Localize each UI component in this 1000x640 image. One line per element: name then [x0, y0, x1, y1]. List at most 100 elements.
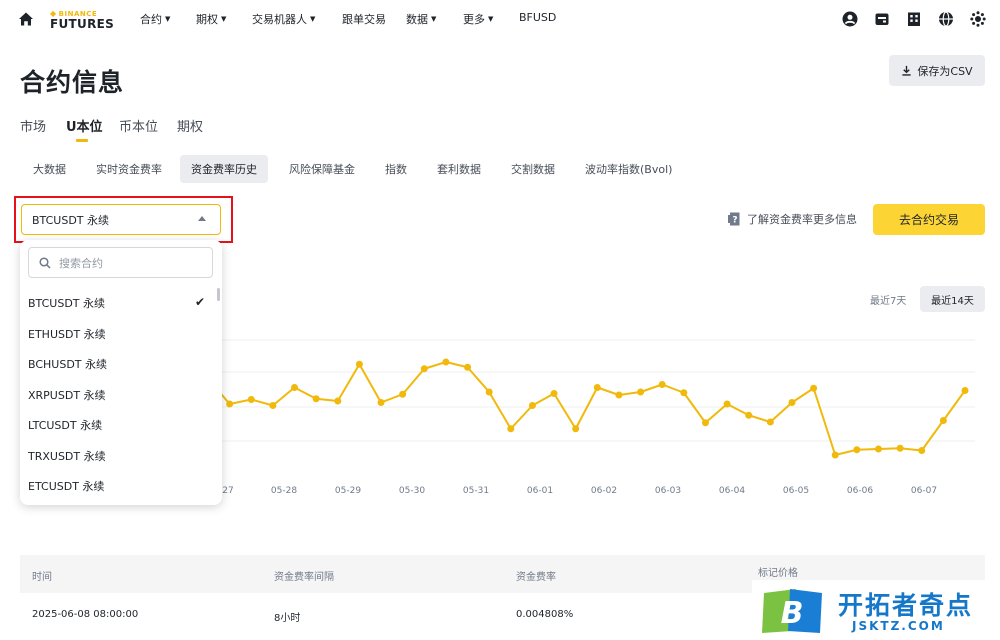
settings-icon[interactable] [970, 11, 986, 27]
column-header-time: 时间 [32, 572, 52, 583]
x-axis-ticks: 27 05-28 05-29 05-30 05-31 06-01 06-02 06-03 06-… [222, 486, 937, 496]
funding-rate-points [226, 358, 969, 459]
nav-options[interactable]: 期权 ▼ [196, 11, 226, 27]
nav-data[interactable]: 数据 ▼ [406, 11, 436, 27]
data-point[interactable] [766, 418, 774, 426]
data-point[interactable] [637, 388, 645, 396]
data-point[interactable] [334, 397, 342, 405]
x-tick-label: 05-31 [463, 486, 489, 496]
range-7-days[interactable]: 最近7天 [870, 292, 906, 307]
nav-copy-trading[interactable]: 跟单交易 [342, 11, 386, 27]
x-tick-label: 06-05 [783, 486, 809, 496]
nav-contracts[interactable]: 合约 ▼ [140, 11, 170, 27]
page-title: 合约信息 [20, 68, 125, 97]
chevron-up-icon [198, 216, 206, 221]
data-point[interactable] [420, 365, 428, 373]
dropdown-scrollbar[interactable] [217, 288, 220, 301]
data-point[interactable] [615, 391, 623, 399]
home-icon[interactable] [18, 11, 34, 27]
data-point[interactable] [810, 384, 818, 392]
data-point[interactable] [939, 417, 947, 424]
data-point[interactable] [399, 390, 407, 398]
save-csv-button[interactable]: 保存为CSV [889, 55, 985, 86]
x-tick-label: 06-06 [847, 486, 873, 496]
subtab-insurance-fund[interactable]: 风险保障基金 [278, 155, 366, 183]
column-header-interval: 资金费率间隔 [274, 572, 334, 583]
column-header-mark-price: 标记价格 [758, 568, 798, 579]
subtab-index[interactable]: 指数 [374, 155, 418, 183]
data-point[interactable] [701, 419, 709, 427]
subtab-funding-history[interactable]: 资金费率历史 [180, 155, 268, 183]
chevron-down-icon: ▼ [221, 15, 227, 23]
data-point[interactable] [550, 390, 558, 397]
x-tick-label: 05-30 [399, 486, 425, 496]
subtab-realtime-funding[interactable]: 实时资金费率 [85, 155, 173, 183]
funding-info-link[interactable]: ? 了解资金费率更多信息 [727, 211, 857, 227]
data-point[interactable] [788, 399, 796, 406]
contract-search-input[interactable]: 搜索合约 [28, 247, 213, 278]
data-point[interactable] [355, 360, 363, 368]
data-point[interactable] [247, 396, 255, 403]
user-icon[interactable] [842, 11, 858, 27]
svg-text:B: B [781, 596, 804, 631]
subtab-bvol[interactable]: 波动率指数(Bvol) [574, 155, 683, 183]
go-to-futures-trade-button[interactable]: 去合约交易 [873, 204, 985, 235]
data-point[interactable] [528, 402, 536, 409]
dropdown-item-trxusdt[interactable]: TRXUSDT 永续 [28, 448, 106, 464]
chevron-down-icon: ▼ [431, 15, 437, 23]
data-point[interactable] [507, 425, 515, 433]
active-tab-indicator [76, 139, 88, 142]
binance-futures-logo[interactable]: ◆ BINANCE FUTURES [50, 10, 114, 31]
subtab-arbitrage[interactable]: 套利数据 [426, 155, 492, 183]
data-point[interactable] [593, 384, 601, 391]
subtab-delivery[interactable]: 交割数据 [500, 155, 566, 183]
tab-market[interactable]: 市场 [20, 116, 46, 135]
data-point[interactable] [485, 388, 493, 396]
data-point[interactable] [745, 411, 753, 419]
globe-icon[interactable] [938, 11, 954, 27]
column-header-funding-rate: 资金费率 [516, 572, 556, 583]
nav-more[interactable]: 更多 ▼ [463, 11, 493, 27]
x-tick-label: 06-07 [911, 486, 937, 496]
nav-trading-bots[interactable]: 交易机器人 ▼ [252, 11, 315, 27]
data-point[interactable] [896, 444, 904, 452]
tab-usdm[interactable]: U本位 [66, 116, 103, 135]
data-point[interactable] [464, 363, 472, 371]
tab-coinm[interactable]: 币本位 [119, 116, 158, 135]
data-point[interactable] [680, 389, 688, 397]
dropdown-item-ethusdt[interactable]: ETHUSDT 永续 [28, 326, 106, 342]
download-icon [902, 65, 912, 76]
orders-icon[interactable] [906, 11, 922, 27]
dropdown-item-btcusdt[interactable]: BTCUSDT 永续 [28, 295, 105, 311]
data-point[interactable] [831, 451, 839, 459]
data-point[interactable] [291, 384, 299, 391]
x-tick-label: 06-02 [591, 486, 617, 496]
dropdown-item-bchusdt[interactable]: BCHUSDT 永续 [28, 356, 107, 372]
x-tick-label: 05-29 [335, 486, 361, 496]
x-tick-label: 06-01 [527, 486, 553, 496]
data-point[interactable] [874, 445, 882, 453]
wallet-icon[interactable] [874, 11, 890, 27]
dropdown-item-xrpusdt[interactable]: XRPUSDT 永续 [28, 387, 106, 403]
data-point[interactable] [961, 387, 969, 394]
table-cell-interval: 8小时 [274, 613, 301, 624]
data-point[interactable] [723, 400, 731, 408]
data-point[interactable] [918, 447, 926, 454]
data-point[interactable] [853, 446, 861, 454]
data-point[interactable] [572, 425, 580, 433]
data-point[interactable] [226, 400, 234, 408]
data-point[interactable] [312, 395, 320, 403]
dropdown-item-ltcusdt[interactable]: LTCUSDT 永续 [28, 417, 102, 433]
nav-bfusd[interactable]: BFUSD [519, 11, 556, 24]
data-point[interactable] [658, 381, 666, 388]
watermark: B 开拓者奇点 JSKTZ.COM [752, 580, 1000, 640]
range-14-days[interactable]: 最近14天 [920, 286, 985, 312]
contract-select[interactable]: BTCUSDT 永续 [21, 204, 221, 235]
data-point[interactable] [269, 402, 277, 409]
x-tick-label: 05-28 [271, 486, 297, 496]
data-point[interactable] [442, 358, 450, 366]
data-point[interactable] [377, 399, 385, 406]
dropdown-item-etcusdt[interactable]: ETCUSDT 永续 [28, 478, 104, 494]
subtab-big-data[interactable]: 大数据 [22, 155, 77, 183]
tab-options[interactable]: 期权 [177, 116, 203, 135]
